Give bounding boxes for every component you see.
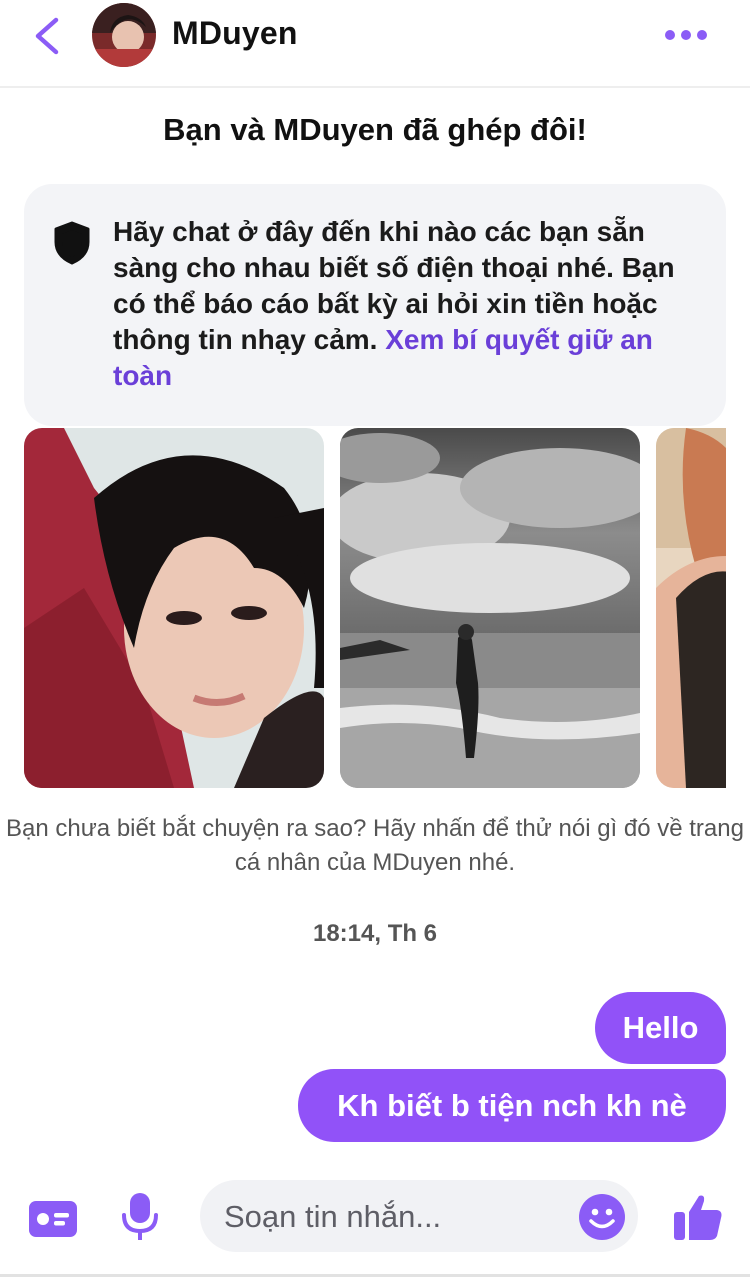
- sent-message-bubble[interactable]: Kh biết b tiện nch kh nè: [298, 1069, 726, 1142]
- profile-photo[interactable]: [340, 428, 640, 788]
- id-card-icon[interactable]: [28, 1200, 78, 1238]
- chat-header: MDuyen: [0, 0, 750, 88]
- safety-tip-text: Hãy chat ở đây đến khi nào các bạn sẵn s…: [113, 214, 713, 394]
- avatar[interactable]: [92, 3, 156, 67]
- conversation-starter-hint: Bạn chưa biết bắt chuyện ra sao? Hãy nhấ…: [6, 815, 744, 876]
- sent-message-bubble[interactable]: Hello: [595, 992, 726, 1064]
- safety-tip-card: Hãy chat ở đây đến khi nào các bạn sẵn s…: [24, 184, 726, 426]
- profile-photo[interactable]: [656, 428, 726, 788]
- microphone-icon[interactable]: [120, 1191, 160, 1243]
- emoji-icon[interactable]: [578, 1193, 626, 1241]
- contact-name[interactable]: MDuyen: [172, 15, 298, 52]
- thumbs-up-icon[interactable]: [672, 1192, 724, 1242]
- profile-photo-carousel[interactable]: [24, 428, 726, 788]
- shield-icon: [54, 221, 90, 265]
- match-title: Bạn và MDuyen đã ghép đôi!: [163, 112, 587, 147]
- message-timestamp: 18:14, Th 6: [312, 920, 438, 947]
- chevron-left-icon[interactable]: [28, 14, 68, 58]
- message-composer: [200, 1180, 638, 1254]
- message-input[interactable]: [222, 1180, 566, 1254]
- profile-photo[interactable]: [24, 428, 324, 788]
- more-horizontal-icon[interactable]: [662, 22, 714, 48]
